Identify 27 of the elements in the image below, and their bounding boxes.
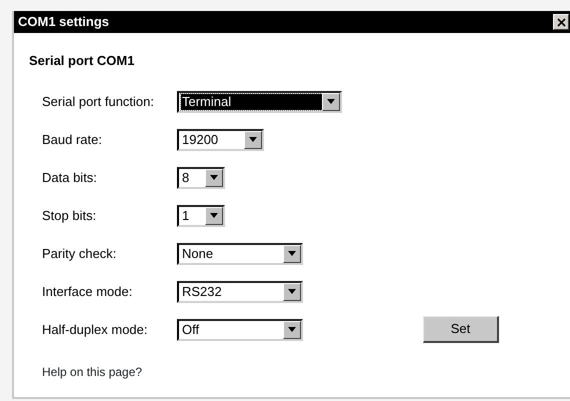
set-button[interactable]: Set (423, 316, 499, 343)
dropdown-field[interactable]: 19200 (177, 128, 264, 150)
field-label: Serial port function: (41, 92, 156, 111)
dropdown-arrow-icon (249, 137, 257, 142)
dropdown-field[interactable]: RS232 (177, 280, 303, 302)
dropdown-field[interactable]: 1 (177, 204, 225, 226)
close-icon (556, 18, 566, 26)
dropdown-field[interactable]: 8 (177, 166, 225, 188)
field-label: Stop bits: (41, 206, 98, 225)
field-label: Data bits: (41, 168, 98, 187)
dropdown-arrow-icon (288, 251, 296, 256)
window-title: COM1 settings (18, 13, 110, 32)
field-label: Half-duplex mode: (41, 320, 148, 339)
dropdown-arrow-icon (288, 327, 296, 332)
help-link[interactable]: Help on this page? (42, 362, 142, 380)
dropdown-field[interactable]: Terminal (177, 90, 342, 112)
dropdown-arrow-icon (288, 289, 296, 294)
dropdown-arrow-icon (327, 99, 335, 104)
field-label: Baud rate: (41, 130, 103, 149)
close-button[interactable] (553, 14, 569, 30)
dropdown-arrow-icon (210, 175, 218, 180)
field-label: Parity check: (41, 244, 118, 263)
field-label: Interface mode: (41, 282, 134, 301)
dropdown-field[interactable]: Off (177, 318, 303, 340)
dropdown-field[interactable]: None (177, 242, 303, 264)
dropdown-arrow-icon (210, 213, 218, 218)
section-heading: Serial port COM1 (29, 52, 136, 70)
